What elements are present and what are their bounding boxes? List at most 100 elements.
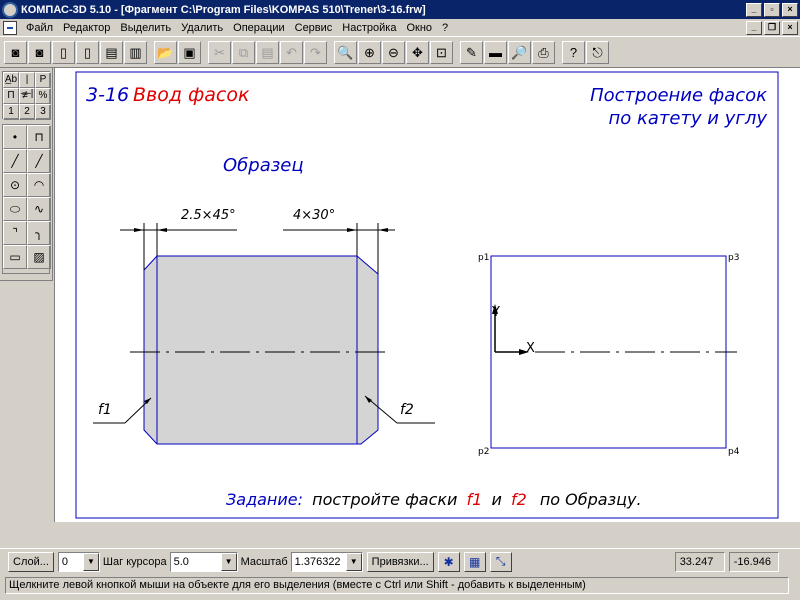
doc-minimize-button[interactable]: _	[746, 20, 762, 35]
geometry-tools: • ⊓ ╱ ╱ ⊙ ◠ ⬭ ∿ ⌝ ╮ ▭ ▨	[2, 124, 51, 274]
help-icon[interactable]: ?	[562, 41, 585, 64]
page-switch-2[interactable]: P	[35, 72, 51, 88]
chamfer-icon[interactable]: ⌝	[3, 221, 27, 245]
close-button[interactable]: ×	[782, 2, 798, 17]
pan-icon[interactable]: ✥	[406, 41, 429, 64]
point-icon[interactable]: •	[3, 125, 27, 149]
point-p4: p4	[728, 447, 740, 457]
page-switch-1[interactable]: |—|	[19, 72, 35, 99]
snap-toggle-icon[interactable]: ✱	[437, 551, 460, 572]
scale-select[interactable]: 1.376322 ▼	[290, 551, 363, 572]
step-value: 5.0	[173, 555, 189, 568]
zoom-out-icon[interactable]: ⊖	[382, 41, 405, 64]
page-switch-4[interactable]: ≢	[19, 88, 35, 104]
step-label: Шаг курсора	[102, 555, 167, 568]
menu-file[interactable]: Файл	[21, 22, 58, 34]
task-and: и	[491, 490, 501, 509]
dim-arrow-left-a	[134, 228, 144, 232]
drawing-svg[interactable]: 3-16 Ввод фасок Построение фасок по кате…	[55, 68, 800, 522]
layer-dropdown-icon[interactable]: ▼	[82, 552, 99, 571]
zoom-in-icon[interactable]: ⊕	[358, 41, 381, 64]
layer-select[interactable]: 0 ▼	[57, 551, 100, 572]
left-panel-empty	[0, 280, 53, 520]
save-icon[interactable]: ▣	[178, 41, 201, 64]
new-spec-icon[interactable]: ▤	[100, 41, 123, 64]
task-word: Задание:	[226, 490, 303, 509]
page-switch-6[interactable]: 1	[3, 104, 19, 120]
step-dropdown-icon[interactable]: ▼	[220, 552, 237, 571]
dim-text-right: 4×30°	[293, 208, 335, 223]
maximize-button[interactable]: ▫	[764, 2, 780, 17]
kompas-app-icon[interactable]	[2, 1, 18, 18]
page-switch-5[interactable]: %	[35, 88, 51, 104]
new-sheet-icon[interactable]: ▯	[76, 41, 99, 64]
point-p1: p1	[478, 253, 489, 263]
layer-button[interactable]: Слой...	[8, 551, 54, 572]
page-switch-3[interactable]: П	[3, 88, 19, 104]
camera2-icon[interactable]: ◙	[28, 41, 51, 64]
menu-editor[interactable]: Редактор	[58, 22, 115, 34]
ortho-icon[interactable]: ⤡	[489, 551, 512, 572]
dim-arrow-right-b	[378, 228, 388, 232]
redo-icon[interactable]: ↷	[304, 41, 327, 64]
print-preview-icon[interactable]: 🔎	[508, 41, 531, 64]
drawing-canvas[interactable]: 3-16 Ввод фасок Построение фасок по кате…	[54, 68, 800, 522]
step-select[interactable]: 5.0 ▼	[169, 551, 238, 572]
menu-select[interactable]: Выделить	[115, 22, 176, 34]
zoom-fit-icon[interactable]: ⊡	[430, 41, 453, 64]
new-doc-icon[interactable]: ▯	[52, 41, 75, 64]
paste-icon[interactable]: ▤	[256, 41, 279, 64]
axis-x-label: X	[526, 341, 535, 356]
menu-service[interactable]: Сервис	[290, 22, 338, 34]
hatch-icon[interactable]: ▨	[27, 245, 51, 269]
segment2-icon[interactable]: ╱	[27, 149, 51, 173]
main-toolbar: ◙ ◙ ▯ ▯ ▤ ▥ 📂 ▣ ✂ ⧉ ▤ ↶ ↷ 🔍 ⊕ ⊖ ✥ ⊡ ✎ ▬ 🔎 ⎙? ⎋	[0, 38, 800, 68]
status-toolbar: Слой... 0 ▼ Шаг курсора 5.0 ▼ Масштаб 1.…	[0, 548, 800, 574]
menu-delete[interactable]: Удалить	[176, 22, 228, 34]
new-text-icon[interactable]: ▥	[124, 41, 147, 64]
menu-help[interactable]: ?	[437, 22, 453, 34]
rectangle-icon[interactable]: ▭	[3, 245, 27, 269]
fillet-icon[interactable]: ╮	[27, 221, 51, 245]
label-f1: f1	[98, 402, 112, 418]
doc-restore-button[interactable]: ❐	[764, 20, 780, 35]
menu-window[interactable]: Окно	[401, 22, 437, 34]
aux-line-icon[interactable]: ⊓	[27, 125, 51, 149]
coord-y: -16.946	[728, 551, 779, 572]
rect-icon[interactable]: ▬	[484, 41, 507, 64]
page-switch-0[interactable]: A̲b	[3, 72, 19, 88]
cut-icon[interactable]: ✂	[208, 41, 231, 64]
camera-icon[interactable]: ◙	[4, 41, 27, 64]
task-f2: f2	[511, 490, 527, 509]
minimize-button[interactable]: _	[746, 2, 762, 17]
label-f2: f2	[400, 402, 414, 418]
document-icon[interactable]	[3, 20, 17, 35]
task-f1: f1	[467, 490, 483, 509]
circle-icon[interactable]: ⊙	[3, 173, 27, 197]
snap-button[interactable]: Привязки...	[366, 551, 434, 572]
arc-icon[interactable]: ◠	[27, 173, 51, 197]
exit-icon[interactable]: ⎋	[586, 41, 609, 64]
ellipse-icon[interactable]: ⬭	[3, 197, 27, 221]
print-icon[interactable]: ⎙	[532, 41, 555, 64]
copy-icon[interactable]: ⧉	[232, 41, 255, 64]
undo-icon[interactable]: ↶	[280, 41, 303, 64]
zoom-icon[interactable]: 🔍	[334, 41, 357, 64]
open-icon[interactable]: 📂	[154, 41, 177, 64]
dim-text-left: 2.5×45°	[181, 208, 236, 223]
menu-settings[interactable]: Настройка	[337, 22, 401, 34]
page-switch-8[interactable]: 3	[35, 104, 51, 120]
menu-bar: Файл Редактор Выделить Удалить Операции …	[0, 19, 800, 37]
segment-icon[interactable]: ╱	[3, 149, 27, 173]
page-switch-7[interactable]: 2	[19, 104, 35, 120]
menu-operations[interactable]: Операции	[228, 22, 289, 34]
workspace-gap	[0, 522, 800, 548]
brush-icon[interactable]: ✎	[460, 41, 483, 64]
point-p3: p3	[728, 253, 739, 263]
bezier-icon[interactable]: ∿	[27, 197, 51, 221]
grid-icon[interactable]: ▦	[463, 551, 486, 572]
scale-dropdown-icon[interactable]: ▼	[345, 552, 362, 571]
hint-bar: Щелкните левой кнопкой мыши на объекте д…	[0, 575, 800, 595]
task-end: по Образцу.	[540, 490, 642, 509]
doc-close-button[interactable]: ×	[782, 20, 798, 35]
